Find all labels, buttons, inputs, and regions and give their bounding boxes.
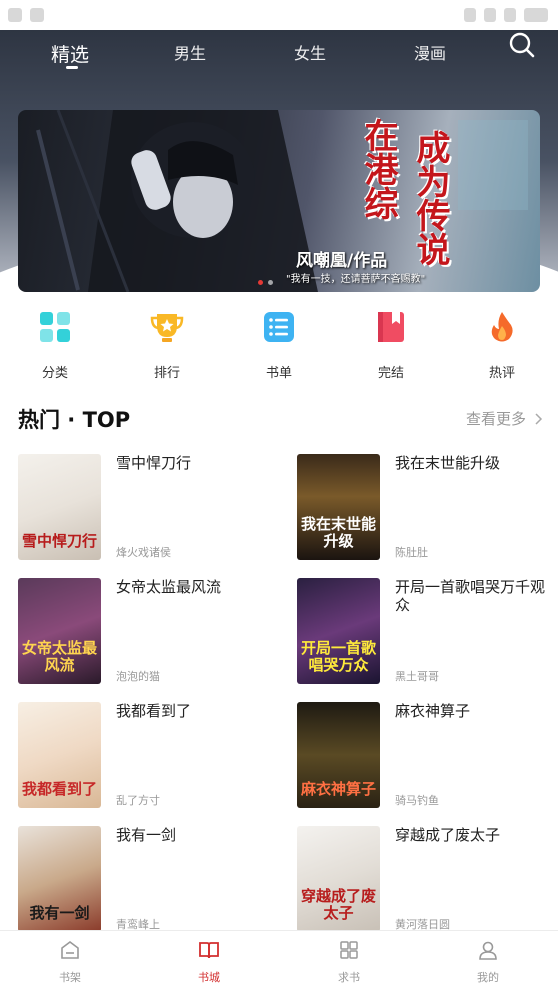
search-icon [509,32,535,58]
trophy-icon [150,314,184,342]
tab-comics[interactable]: 漫画 [390,40,470,64]
category-label: 分类 [41,366,68,381]
category-label: 完结 [377,366,404,381]
book-author: 烽火戏诸侯 [116,546,171,559]
category-completed[interactable]: 完结 [353,310,429,381]
banner-title-part-2: 成为传说 [410,130,450,266]
book-author: 陈肚肚 [395,546,428,559]
book-title: 我都看到了 [116,702,192,720]
book-item[interactable]: 穿越成了废太子 穿越成了废太子 黄河落日圆 [297,826,547,934]
open-book-icon [199,942,219,959]
signal-icon [504,8,516,22]
book-title: 穿越成了废太子 [395,826,501,844]
category-booklist[interactable]: 书单 [241,310,317,381]
category-ranking[interactable]: 排行 [129,310,205,381]
carousel-dot-active [258,280,263,285]
book-item[interactable]: 麻衣神算子 麻衣神算子 骑马钓鱼 [297,702,547,810]
book-item[interactable]: 女帝太监最风流 女帝太监最风流 泡泡的猫 [18,578,268,686]
book-cover: 雪中悍刀行 [18,454,101,560]
banner-author: 风嘲凰/作品 [296,251,388,271]
bookmark-book-icon [378,312,404,342]
book-title: 开局一首歌唱哭万千观众 [395,578,546,614]
book-author: 黑土哥哥 [395,670,439,683]
category-label: 排行 [153,366,180,381]
banner-illustration [36,110,528,292]
banner-title-part-1: 在港综 [358,118,398,220]
tab-request-book[interactable]: 求书 [309,939,389,985]
book-title: 我在末世能升级 [395,454,501,472]
promo-banner[interactable]: 在港综 成为传说 风嘲凰/作品 "我有一技，还请菩萨不吝赐教" [18,110,540,292]
book-author: 乱了方寸 [116,794,160,807]
section-title: 热门 · TOP [18,408,131,432]
search-button[interactable] [508,31,536,59]
book-title: 麻衣神算子 [395,702,471,720]
battery-icon [524,8,548,22]
tab-male[interactable]: 男生 [150,40,230,64]
book-cover: 我有一剑 [18,826,101,932]
notification-icon [30,8,44,22]
active-tab-indicator [66,66,78,69]
signal-icon [484,8,496,22]
book-cover: 开局一首歌唱哭万众 [297,578,380,684]
book-title: 雪中悍刀行 [116,454,192,472]
apps-grid-icon [340,941,358,959]
book-cover: 麻衣神算子 [297,702,380,808]
wifi-icon [464,8,476,22]
book-title: 女帝太监最风流 [116,578,222,596]
book-author: 泡泡的猫 [116,670,160,683]
book-cover: 穿越成了废太子 [297,826,380,932]
notification-icon [8,8,22,22]
tab-profile[interactable]: 我的 [448,939,528,985]
view-more-link[interactable]: 查看更多 [466,408,543,429]
user-icon [479,941,497,960]
book-item[interactable]: 雪中悍刀行 雪中悍刀行 烽火戏诸侯 [18,454,268,562]
category-label: 热评 [488,366,515,381]
grid-icon [40,312,70,342]
bottom-tab-bar: 书架 书城 求书 我的 [0,930,558,992]
bookshelf-icon [61,941,79,959]
carousel-dot [268,280,273,285]
category-label: 书单 [265,366,292,381]
chevron-right-icon [535,413,542,425]
book-cover: 女帝太监最风流 [18,578,101,684]
flame-icon [491,312,513,342]
book-item[interactable]: 我在末世能升级 我在末世能升级 陈肚肚 [297,454,547,562]
tab-featured[interactable]: 精选 [30,40,110,67]
category-classify[interactable]: 分类 [17,310,93,381]
book-item[interactable]: 开局一首歌唱哭万众 开局一首歌唱哭万千观众 黑土哥哥 [297,578,547,686]
book-author: 骑马钓鱼 [395,794,439,807]
book-cover: 我在末世能升级 [297,454,380,560]
tab-bookstore[interactable]: 书城 [169,939,249,985]
category-hot-reviews[interactable]: 热评 [464,310,540,381]
book-title: 我有一剑 [116,826,177,844]
tab-bookshelf[interactable]: 书架 [30,939,110,985]
banner-quote: "我有一技，还请菩萨不吝赐教" [286,274,426,285]
status-bar [0,0,558,30]
book-item[interactable]: 我都看到了 我都看到了 乱了方寸 [18,702,268,810]
book-cover: 我都看到了 [18,702,101,808]
carousel-dots [258,280,273,285]
book-item[interactable]: 我有一剑 我有一剑 青鸾峰上 [18,826,268,934]
list-icon [264,312,294,342]
tab-female[interactable]: 女生 [270,40,350,64]
